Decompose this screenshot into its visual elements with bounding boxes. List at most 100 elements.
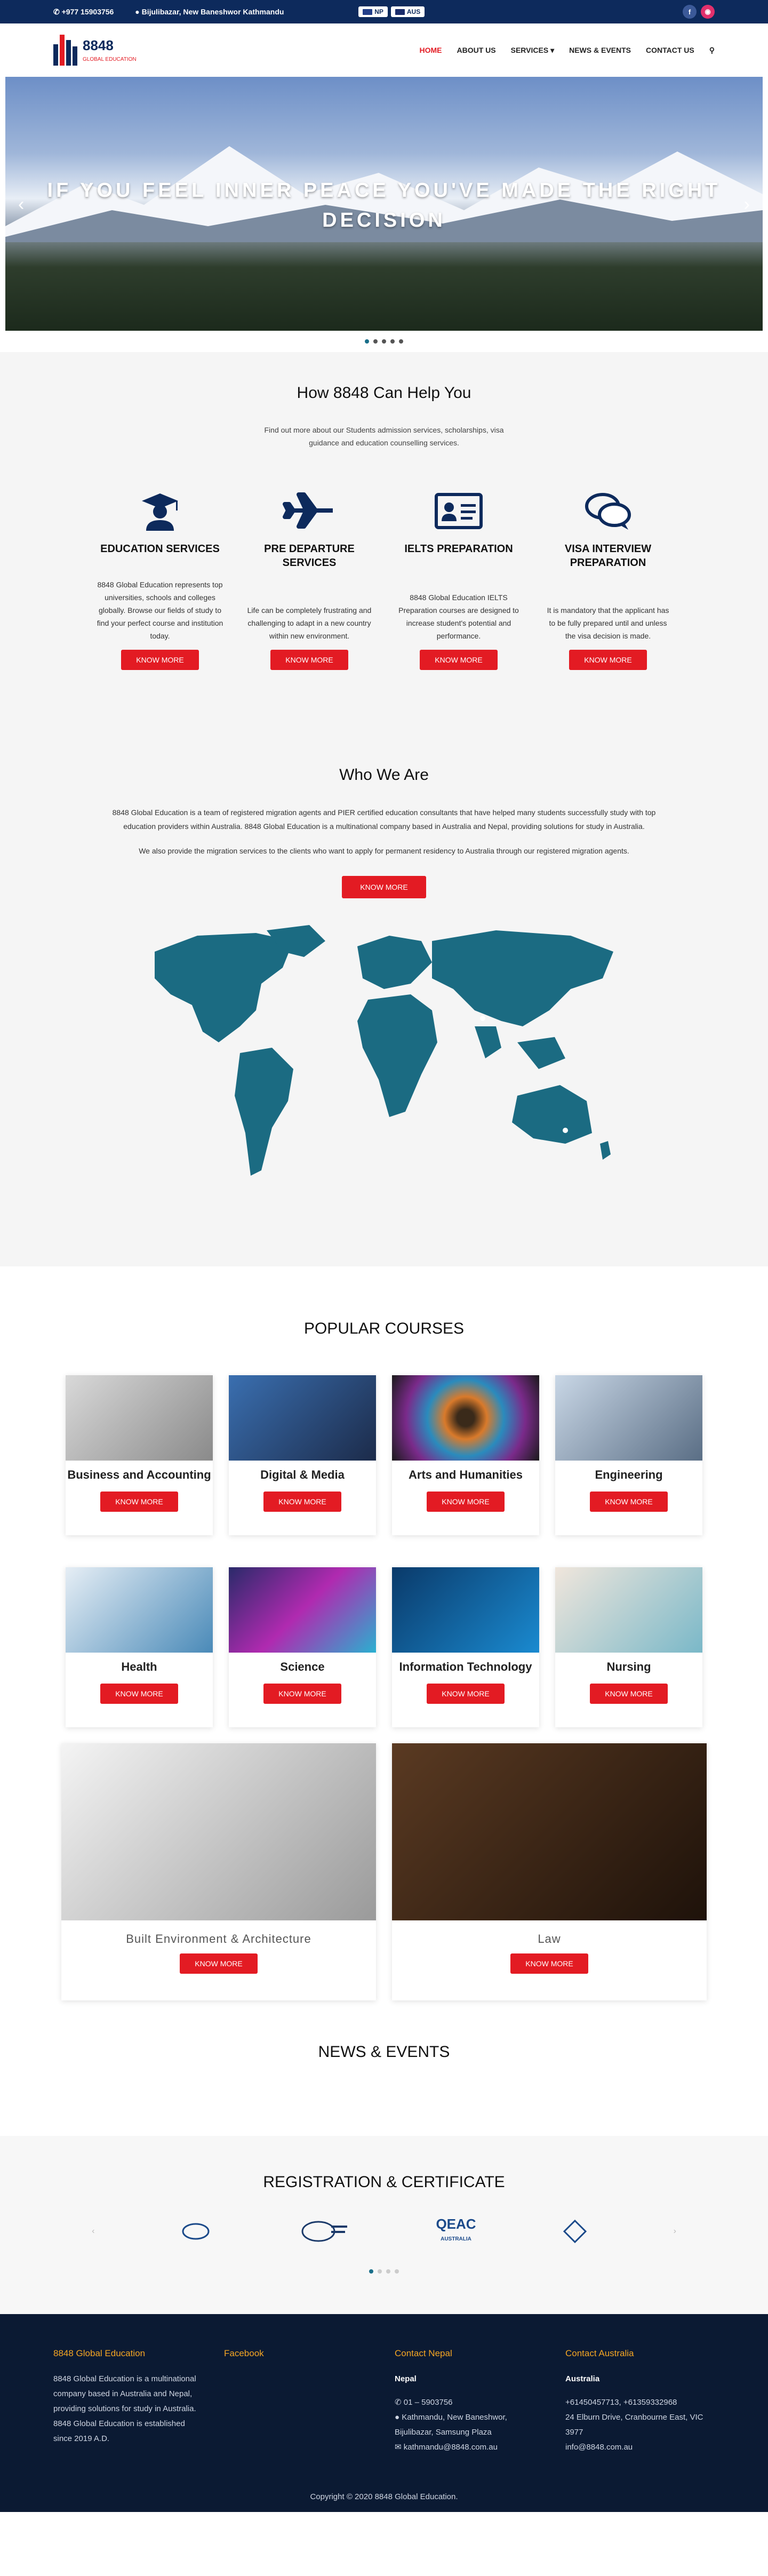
- course-card[interactable]: Nursing KNOW MORE: [555, 1567, 702, 1727]
- know-more-button[interactable]: KNOW MORE: [510, 1953, 588, 1974]
- service-card: PRE DEPARTURE SERVICES Life can be compl…: [245, 487, 373, 670]
- slider-dot[interactable]: [395, 2269, 399, 2274]
- lang-aus-button[interactable]: AUS: [390, 6, 425, 17]
- address-text: ● Bijulibazar, New Baneshwor Kathmandu: [135, 7, 284, 16]
- slider-dot[interactable]: [369, 2269, 373, 2274]
- chevron-left-icon[interactable]: ‹: [92, 2227, 94, 2236]
- services-list: EDUCATION SERVICES 8848 Global Education…: [0, 487, 768, 670]
- know-more-button[interactable]: KNOW MORE: [427, 1492, 505, 1512]
- slider-dot[interactable]: [378, 2269, 382, 2274]
- course-card[interactable]: Built Environment & Architecture KNOW MOR…: [61, 1743, 376, 2000]
- chevron-right-icon[interactable]: ›: [674, 2227, 676, 2236]
- help-title: How 8848 Can Help You: [297, 384, 471, 402]
- course-card[interactable]: Law KNOW MORE: [392, 1743, 707, 2000]
- know-more-button[interactable]: KNOW MORE: [180, 1953, 258, 1974]
- chevron-down-icon: ▾: [550, 45, 555, 54]
- footer-australia-phone[interactable]: +61450457713, +61359332968: [565, 2395, 715, 2410]
- service-text: 8848 Global Education IELTS Preparation …: [398, 593, 519, 640]
- footer-nepal-phone[interactable]: ✆ 01 – 5903756: [395, 2395, 544, 2410]
- course-card[interactable]: Health KNOW MORE: [66, 1567, 213, 1727]
- world-map: [133, 920, 635, 1186]
- course-image: [229, 1567, 376, 1653]
- site-logo[interactable]: 8848 GLOBAL EDUCATION: [53, 35, 137, 66]
- footer-nepal-sub: Nepal: [395, 2374, 417, 2383]
- top-bar: ✆ +977 15903756 ● Bijulibazar, New Banes…: [0, 0, 768, 23]
- nav-contact[interactable]: CONTACT US: [646, 46, 694, 54]
- know-more-button[interactable]: KNOW MORE: [263, 1492, 341, 1512]
- footer-contact-australia: Contact Australia Australia +61450457713…: [565, 2346, 715, 2455]
- top-contact: ✆ +977 15903756 ● Bijulibazar, New Banes…: [53, 7, 303, 17]
- course-card[interactable]: Engineering KNOW MORE: [555, 1375, 702, 1535]
- course-card[interactable]: Information Technology KNOW MORE: [392, 1567, 539, 1727]
- airplane-icon: [245, 487, 373, 535]
- chevron-left-icon[interactable]: ‹: [18, 194, 24, 215]
- help-section: How 8848 Can Help You Find out more abou…: [0, 352, 768, 691]
- footer-nepal-email[interactable]: ✉ kathmandu@8848.com.au: [395, 2440, 544, 2455]
- course-card[interactable]: Arts and Humanities KNOW MORE: [392, 1375, 539, 1535]
- know-more-button[interactable]: KNOW MORE: [420, 650, 498, 670]
- phone-number: +977 15903756: [61, 7, 114, 16]
- know-more-button[interactable]: KNOW MORE: [100, 1492, 178, 1512]
- know-more-button[interactable]: KNOW MORE: [270, 650, 348, 670]
- nav-home[interactable]: HOME: [420, 46, 442, 54]
- who-section: Who We Are 8848 Global Education is a te…: [0, 691, 768, 1266]
- footer-nepal-phone-value: 01 – 5903756: [403, 2398, 453, 2407]
- slider-dot[interactable]: [386, 2269, 390, 2274]
- know-more-button[interactable]: KNOW MORE: [569, 650, 647, 670]
- australia-location-pin-icon: [563, 1128, 568, 1133]
- slider-dot[interactable]: [382, 339, 386, 344]
- registration-title: REGISTRATION & CERTIFICATE: [263, 2173, 505, 2191]
- slider-dot[interactable]: [373, 339, 378, 344]
- nav-services[interactable]: SERVICES ▾: [511, 46, 554, 55]
- course-image: [392, 1743, 707, 1920]
- language-switcher: NP AUS: [358, 6, 425, 17]
- course-image: [61, 1743, 376, 1920]
- course-image: [392, 1375, 539, 1461]
- course-card[interactable]: Business and Accounting KNOW MORE: [66, 1375, 213, 1535]
- course-title: Business and Accounting: [67, 1468, 211, 1481]
- phone-text[interactable]: ✆ +977 15903756: [53, 7, 123, 16]
- id-card-icon: [395, 487, 523, 535]
- slider-dot[interactable]: [390, 339, 395, 344]
- footer-about-title: 8848 Global Education: [53, 2348, 146, 2358]
- footer-contact-nepal: Contact Nepal Nepal ✆ 01 – 5903756 ● Kat…: [395, 2346, 544, 2455]
- service-title: IELTS PREPARATION: [404, 543, 513, 555]
- service-card: EDUCATION SERVICES 8848 Global Education…: [96, 487, 224, 670]
- know-more-button[interactable]: KNOW MORE: [121, 650, 199, 670]
- popular-courses-section: POPULAR COURSES Business and Accounting K…: [0, 1266, 768, 2043]
- course-title: Health: [121, 1660, 157, 1673]
- course-card[interactable]: Science KNOW MORE: [229, 1567, 376, 1727]
- australia-flag-icon: [395, 9, 405, 15]
- course-title: Nursing: [606, 1660, 651, 1673]
- know-more-button[interactable]: KNOW MORE: [590, 1492, 668, 1512]
- chevron-right-icon[interactable]: ›: [744, 194, 750, 215]
- phone-icon: ✆: [395, 2398, 404, 2407]
- email-icon: ✉: [395, 2443, 404, 2452]
- know-more-button[interactable]: KNOW MORE: [342, 876, 426, 898]
- instagram-icon[interactable]: ◉: [701, 5, 715, 19]
- service-title: PRE DEPARTURE SERVICES: [264, 543, 355, 569]
- know-more-button[interactable]: KNOW MORE: [100, 1684, 178, 1704]
- location-icon: ●: [395, 2413, 402, 2422]
- course-title: Engineering: [595, 1468, 663, 1481]
- nav-about[interactable]: ABOUT US: [457, 46, 496, 54]
- lang-np-button[interactable]: NP: [358, 6, 388, 17]
- footer-australia-title: Contact Australia: [565, 2348, 634, 2358]
- slider-dot[interactable]: [399, 339, 403, 344]
- know-more-button[interactable]: KNOW MORE: [263, 1684, 341, 1704]
- know-more-button[interactable]: KNOW MORE: [427, 1684, 505, 1704]
- footer-facebook-title[interactable]: Facebook: [224, 2346, 373, 2361]
- course-title: Information Technology: [399, 1660, 532, 1673]
- footer-nepal-address-value: Kathmandu, New Baneshwor, Bijulibazar, S…: [395, 2413, 507, 2437]
- footer-about: 8848 Global Education 8848 Global Educat…: [53, 2346, 203, 2455]
- facebook-icon[interactable]: f: [683, 5, 697, 19]
- service-text: 8848 Global Education represents top uni…: [97, 580, 223, 640]
- know-more-button[interactable]: KNOW MORE: [590, 1684, 668, 1704]
- copyright-text: Copyright © 2020 8848 Global Education.: [310, 2492, 458, 2501]
- nav-news[interactable]: NEWS & EVENTS: [569, 46, 631, 54]
- slider-dot[interactable]: [365, 339, 369, 344]
- course-card[interactable]: Digital & Media KNOW MORE: [229, 1375, 376, 1535]
- search-icon[interactable]: ⚲: [709, 46, 715, 55]
- footer-australia-email[interactable]: info@8848.com.au: [565, 2440, 715, 2455]
- qeac-sub: AUSTRALIA: [441, 2236, 471, 2242]
